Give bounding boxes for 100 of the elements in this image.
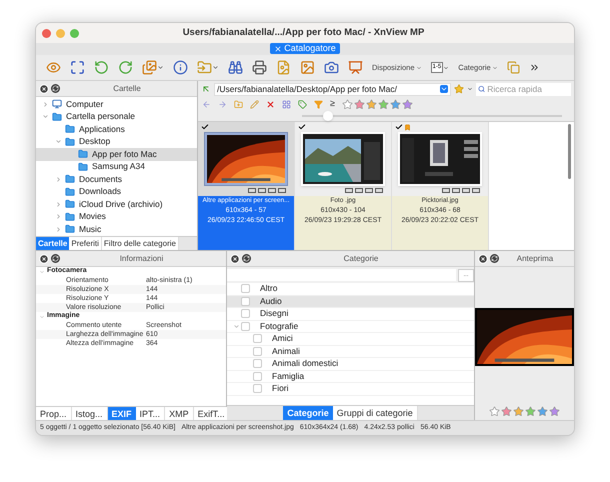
filter-icon[interactable] [314,100,323,108]
category-row[interactable]: Animali domestici [227,358,474,370]
expanded-chevron-icon[interactable] [232,322,240,330]
tree-item[interactable]: Samsung A34 [36,160,197,173]
star-icon[interactable] [549,406,560,417]
camera-icon[interactable] [324,60,339,75]
star-icon[interactable] [402,98,413,110]
tree-item[interactable]: Downloads [36,186,197,198]
float-icon[interactable] [242,254,251,263]
tag-icon[interactable] [298,100,307,108]
star-icon[interactable] [342,98,353,110]
image-icon[interactable] [300,60,315,75]
checkbox[interactable] [253,359,262,368]
panel-tab[interactable]: IPT... [136,407,166,420]
panel-tab[interactable]: Filtro delle categorie [102,237,179,250]
favorite-star-icon[interactable] [454,84,464,94]
info-icon[interactable] [173,60,188,75]
tree-item[interactable]: Desktop [36,136,197,148]
tree-item[interactable]: Cartella personale [36,110,197,123]
rotate-left-icon[interactable] [94,60,109,75]
delete-icon[interactable] [266,100,275,108]
check-icon[interactable] [201,123,209,131]
fullscreen-icon[interactable] [70,60,85,75]
category-row[interactable]: Animali [227,346,474,358]
copy-icon[interactable] [506,61,520,74]
view-mode-icon[interactable] [282,100,291,108]
star-icon[interactable] [489,406,500,417]
category-row[interactable]: Audio [227,296,474,308]
compare-symbol[interactable]: ≥ [330,97,335,111]
back-icon[interactable] [202,100,211,108]
image-convert-icon[interactable] [142,60,164,75]
checkbox[interactable] [241,296,250,306]
tree-item[interactable]: Music [36,223,197,236]
panel-tab[interactable]: Preferiti [69,237,102,250]
tree-item[interactable]: App per foto Mac [36,148,197,160]
checkbox[interactable] [241,322,250,331]
tree-item[interactable]: Documents [36,173,197,186]
search-field[interactable]: Ricerca rapida [476,82,571,96]
star-icon[interactable] [537,406,548,417]
check-icon[interactable] [395,123,403,131]
close-window-button[interactable] [42,28,51,38]
panel-tab[interactable]: Gruppi di categorie [332,406,418,420]
collapsed-chevron-icon[interactable] [54,176,62,183]
forward-icon[interactable] [218,100,227,108]
zoom-window-button[interactable] [70,28,79,38]
more-icon[interactable] [528,62,540,73]
panel-tab[interactable]: XMP [165,407,194,420]
expanded-chevron-icon[interactable] [39,314,45,320]
float-icon[interactable] [490,254,499,263]
category-row[interactable]: Altro [227,283,474,296]
float-icon[interactable] [51,254,60,263]
panel-tab[interactable]: EXIF [108,407,136,420]
close-icon[interactable] [478,254,488,264]
star-icon[interactable] [525,406,536,417]
view-image-icon[interactable] [46,60,61,75]
collapsed-chevron-icon[interactable] [42,100,48,108]
expanded-chevron-icon[interactable] [42,113,48,120]
checkbox[interactable] [253,384,262,394]
panel-tab[interactable]: Categorie [283,406,333,420]
printer-icon[interactable] [252,60,267,75]
scrollbar[interactable] [568,124,571,179]
binoculars-icon[interactable] [228,60,243,75]
close-icon[interactable] [39,84,49,94]
panel-tab[interactable]: Prop... [36,407,72,420]
slider-thumb[interactable] [323,111,333,121]
checkbox[interactable] [253,372,262,381]
minimize-window-button[interactable] [56,28,65,38]
slideshow-icon[interactable] [348,60,363,75]
rename-icon[interactable] [250,100,259,108]
checkbox[interactable] [253,346,262,356]
star-icon[interactable] [354,98,365,110]
document-tab[interactable]: Catalogatore [270,43,340,54]
expanded-chevron-icon[interactable] [39,268,45,274]
checkbox[interactable] [241,284,250,294]
star-icon[interactable] [513,406,524,417]
file-image-icon[interactable] [276,60,291,75]
up-icon[interactable] [201,84,211,94]
star-icon[interactable] [378,98,389,110]
star-icon[interactable] [501,406,512,417]
new-folder-icon[interactable] [234,100,243,108]
star-icon[interactable] [366,98,377,110]
dropdown-icon[interactable] [440,85,448,93]
star-icon[interactable] [390,98,401,110]
close-icon[interactable] [39,254,49,264]
tree-item[interactable]: Movies [36,210,197,223]
tree-item[interactable]: Applications [36,123,197,136]
expanded-chevron-icon[interactable] [54,138,62,146]
category-row[interactable]: Fotografie [227,320,474,333]
tree-item[interactable]: Computer [36,98,197,110]
caret-icon[interactable] [467,86,473,92]
panel-tab[interactable]: ExifT... [194,407,230,420]
check-icon[interactable] [298,123,306,131]
path-field[interactable]: /Users/fabianalatella/Desktop/App per foto Mac/ [214,82,451,96]
tree-item[interactable]: iCloud Drive (archivio) [36,198,197,210]
rotate-right-icon[interactable] [118,60,133,75]
checkbox[interactable] [241,309,250,318]
panel-tab[interactable]: Cartelle [36,237,70,250]
category-row[interactable]: Amici [227,333,474,346]
category-row[interactable]: Famiglia [227,370,474,383]
panel-tab[interactable]: Istog... [72,407,108,420]
